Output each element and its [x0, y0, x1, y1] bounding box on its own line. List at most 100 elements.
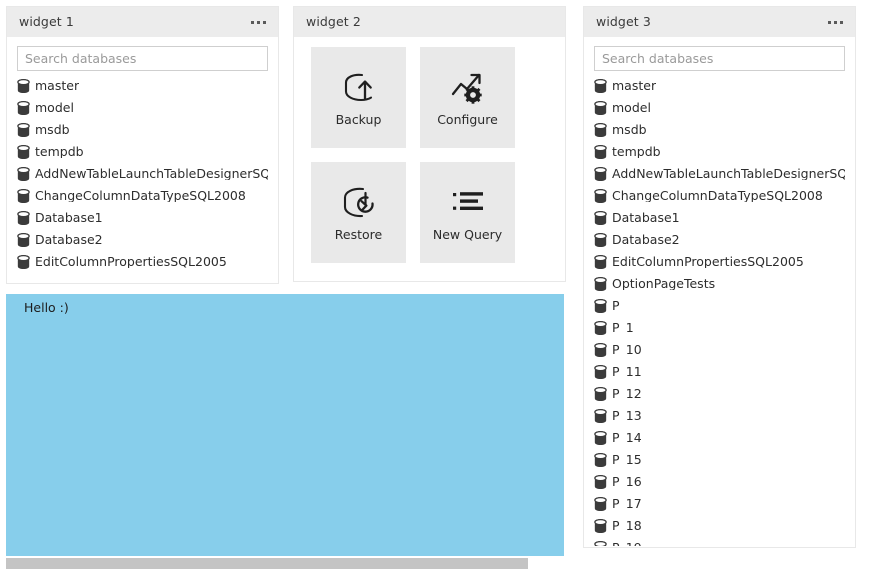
widget-2: widget 2 Backup Configure Restore New Query	[293, 6, 566, 282]
database-list-item[interactable]: AddNewTableLaunchTableDesignerSQL2	[17, 163, 268, 185]
database-icon	[594, 365, 607, 380]
database-icon	[594, 189, 607, 204]
widget-3-header: widget 3	[584, 7, 855, 37]
action-tile-label: Restore	[335, 229, 382, 242]
widget-1: widget 1 master model msdb tempdbAddNewTabl…	[6, 6, 279, 284]
database-name: P_10	[612, 344, 642, 357]
database-list-item[interactable]: tempdb	[594, 141, 845, 163]
database-list-item[interactable]: P_13	[594, 405, 845, 427]
widget-3-body: master model msdb tempdb AddNewTableLaunchTa…	[584, 37, 855, 547]
database-list-item[interactable]: OptionPageTests	[594, 273, 845, 295]
ellipsis-icon[interactable]	[249, 15, 268, 30]
search-input[interactable]	[594, 46, 845, 71]
database-list-item[interactable]: master	[17, 75, 268, 97]
database-name: P_17	[612, 498, 642, 511]
database-name: msdb	[612, 124, 647, 137]
database-list[interactable]: master model msdb tempdbAddNewTableLaunchTa…	[17, 75, 268, 273]
database-icon	[594, 123, 607, 138]
database-name: P_13	[612, 410, 642, 423]
database-list-item[interactable]: EditColumnPropertiesSQL2005	[17, 251, 268, 273]
database-icon	[17, 211, 30, 226]
database-list-item[interactable]: ChangeColumnDataTypeSQL2008	[594, 185, 845, 207]
database-icon	[17, 145, 30, 160]
database-icon	[594, 233, 607, 248]
database-list-item[interactable]: Database1	[594, 207, 845, 229]
database-name: tempdb	[612, 146, 661, 159]
database-list-item[interactable]: P_16	[594, 471, 845, 493]
database-list-item[interactable]: P_18	[594, 515, 845, 537]
database-list-item[interactable]: msdb	[594, 119, 845, 141]
widget-1-body: master model msdb tempdbAddNewTableLaunchTa…	[7, 37, 278, 283]
database-icon	[594, 541, 607, 548]
database-list-item[interactable]: P_1	[594, 317, 845, 339]
blue-content-panel: Hello :)	[6, 294, 564, 556]
database-icon	[594, 475, 607, 490]
action-tile-new-query[interactable]: New Query	[420, 162, 515, 263]
database-icon	[594, 519, 607, 534]
new-query-icon	[450, 184, 486, 220]
database-icon	[594, 277, 607, 292]
database-list-item[interactable]: Database1	[17, 207, 268, 229]
database-name: Database2	[35, 234, 103, 247]
database-list-item[interactable]: msdb	[17, 119, 268, 141]
action-tile-label: New Query	[433, 229, 502, 242]
widget-2-title: widget 2	[306, 16, 361, 29]
database-name: P_11	[612, 366, 642, 379]
action-tile-configure[interactable]: Configure	[420, 47, 515, 148]
database-list[interactable]: master model msdb tempdb AddNewTableLaunchTa…	[594, 75, 845, 547]
widget-1-title: widget 1	[19, 16, 74, 29]
database-icon	[594, 343, 607, 358]
database-icon	[594, 255, 607, 270]
database-list-item[interactable]: model	[17, 97, 268, 119]
horizontal-scrollbar[interactable]	[6, 558, 528, 569]
action-tile-label: Backup	[336, 114, 382, 127]
restore-icon	[341, 184, 377, 220]
widget-2-header: widget 2	[294, 7, 565, 37]
database-name: P	[612, 300, 620, 313]
database-name: master	[612, 80, 656, 93]
database-list-item[interactable]: ChangeColumnDataTypeSQL2008	[17, 185, 268, 207]
database-list-item[interactable]: model	[594, 97, 845, 119]
database-list-item[interactable]: P_19	[594, 537, 845, 547]
database-icon	[594, 299, 607, 314]
action-tile-restore[interactable]: Restore	[311, 162, 406, 263]
database-icon	[594, 79, 607, 94]
database-name: P_14	[612, 432, 642, 445]
database-list-item[interactable]: P	[594, 295, 845, 317]
database-icon	[17, 101, 30, 116]
database-list-item[interactable]: tempdb	[17, 141, 268, 163]
database-list-item[interactable]: P_14	[594, 427, 845, 449]
database-icon	[17, 255, 30, 270]
database-list-item[interactable]: P_15	[594, 449, 845, 471]
database-icon	[594, 101, 607, 116]
database-list-item[interactable]: master	[594, 75, 845, 97]
database-icon	[17, 189, 30, 204]
database-name: master	[35, 80, 79, 93]
database-name: P_16	[612, 476, 642, 489]
database-name: msdb	[35, 124, 70, 137]
widget-1-header: widget 1	[7, 7, 278, 37]
action-tile-label: Configure	[437, 114, 498, 127]
database-list-item[interactable]: P_11	[594, 361, 845, 383]
database-list-item[interactable]: Database2	[17, 229, 268, 251]
database-icon	[17, 79, 30, 94]
backup-icon	[341, 69, 377, 105]
database-icon	[594, 167, 607, 182]
ellipsis-icon[interactable]	[826, 15, 845, 30]
widget-3: widget 3 master model msdb tempdb AddNewTabl…	[583, 6, 856, 548]
action-tile-backup[interactable]: Backup	[311, 47, 406, 148]
database-list-item[interactable]: EditColumnPropertiesSQL2005	[594, 251, 845, 273]
database-name: P_19	[612, 542, 642, 547]
database-list-item[interactable]: P_12	[594, 383, 845, 405]
database-icon	[594, 453, 607, 468]
widget-2-body: Backup Configure Restore New Query	[294, 37, 565, 281]
database-name: ChangeColumnDataTypeSQL2008	[35, 190, 246, 203]
database-icon	[594, 409, 607, 424]
database-name: OptionPageTests	[612, 278, 715, 291]
database-list-item[interactable]: P_10	[594, 339, 845, 361]
database-list-item[interactable]: Database2	[594, 229, 845, 251]
database-list-item[interactable]: P_17	[594, 493, 845, 515]
database-list-item[interactable]: AddNewTableLaunchTableDesignerSQL2	[594, 163, 845, 185]
database-icon	[17, 167, 30, 182]
search-input[interactable]	[17, 46, 268, 71]
